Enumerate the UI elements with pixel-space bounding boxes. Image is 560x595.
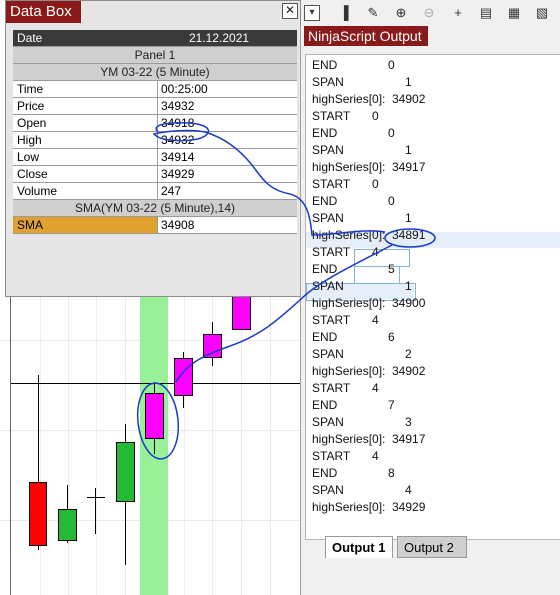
annotation-circle [136,382,180,460]
annotation-scribble [152,122,386,236]
annotation-circle [384,228,436,248]
annotation-overlay [136,122,436,460]
annotation-scribble [175,244,393,383]
